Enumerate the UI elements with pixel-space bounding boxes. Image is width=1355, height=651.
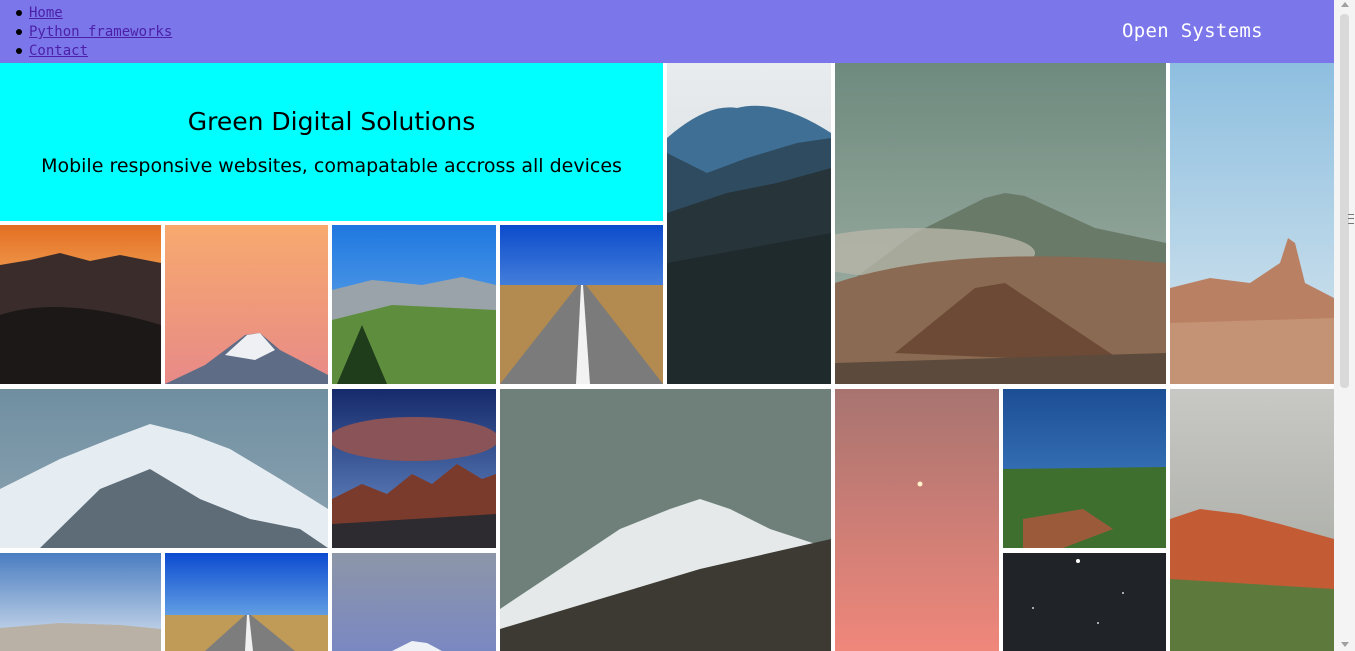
scroll-thumb[interactable]	[1340, 14, 1354, 388]
pink-starry-sky-photo	[835, 389, 999, 651]
hero-title: Green Digital Solutions	[187, 107, 476, 136]
pink-sky-snowy-peak-photo	[165, 225, 328, 384]
desert-rock-spire-photo	[1170, 63, 1334, 384]
dark-forest-mountains-photo	[667, 63, 831, 384]
red-rock-outcrop-photo	[1170, 389, 1334, 651]
page-scrollbar[interactable]	[1334, 0, 1355, 651]
misty-snow-summit-photo	[500, 389, 831, 651]
purple-dusk-peak-photo	[332, 553, 496, 651]
green-mountain-valley-photo	[332, 225, 496, 384]
hero-banner: Green Digital Solutions Mobile responsiv…	[0, 63, 663, 221]
nav-item-home: Home	[0, 4, 172, 23]
desert-road-photo	[500, 225, 663, 384]
nav-item-python-frameworks: Python frameworks	[0, 23, 172, 42]
desert-road-blue-sky-photo	[165, 553, 328, 651]
main-nav: Home Python frameworks Contact	[0, 4, 172, 61]
brand-name: Open Systems	[1122, 20, 1263, 42]
orange-sunset-ridges-photo	[0, 225, 161, 384]
nav-link-contact[interactable]: Contact	[29, 43, 88, 59]
nav-link-python-frameworks[interactable]: Python frameworks	[29, 24, 172, 40]
snowy-mountain-range-photo	[0, 389, 328, 548]
volcano-crater-photo	[835, 63, 1166, 384]
scroll-up-arrow-icon[interactable]	[1341, 2, 1349, 7]
red-clouds-peaks-photo	[332, 389, 496, 548]
scroll-down-arrow-icon[interactable]	[1341, 642, 1349, 647]
nav-link-home[interactable]: Home	[29, 5, 63, 21]
green-plateau-photo	[1003, 389, 1166, 548]
grip-icon	[1348, 214, 1354, 224]
hero-subtitle: Mobile responsive websites, comapatable …	[41, 155, 622, 177]
cloudy-sky-badlands-photo	[0, 553, 161, 651]
nav-item-contact: Contact	[0, 42, 172, 61]
night-stars-photo	[1003, 553, 1166, 651]
site-header: Home Python frameworks Contact Open Syst…	[0, 0, 1334, 63]
